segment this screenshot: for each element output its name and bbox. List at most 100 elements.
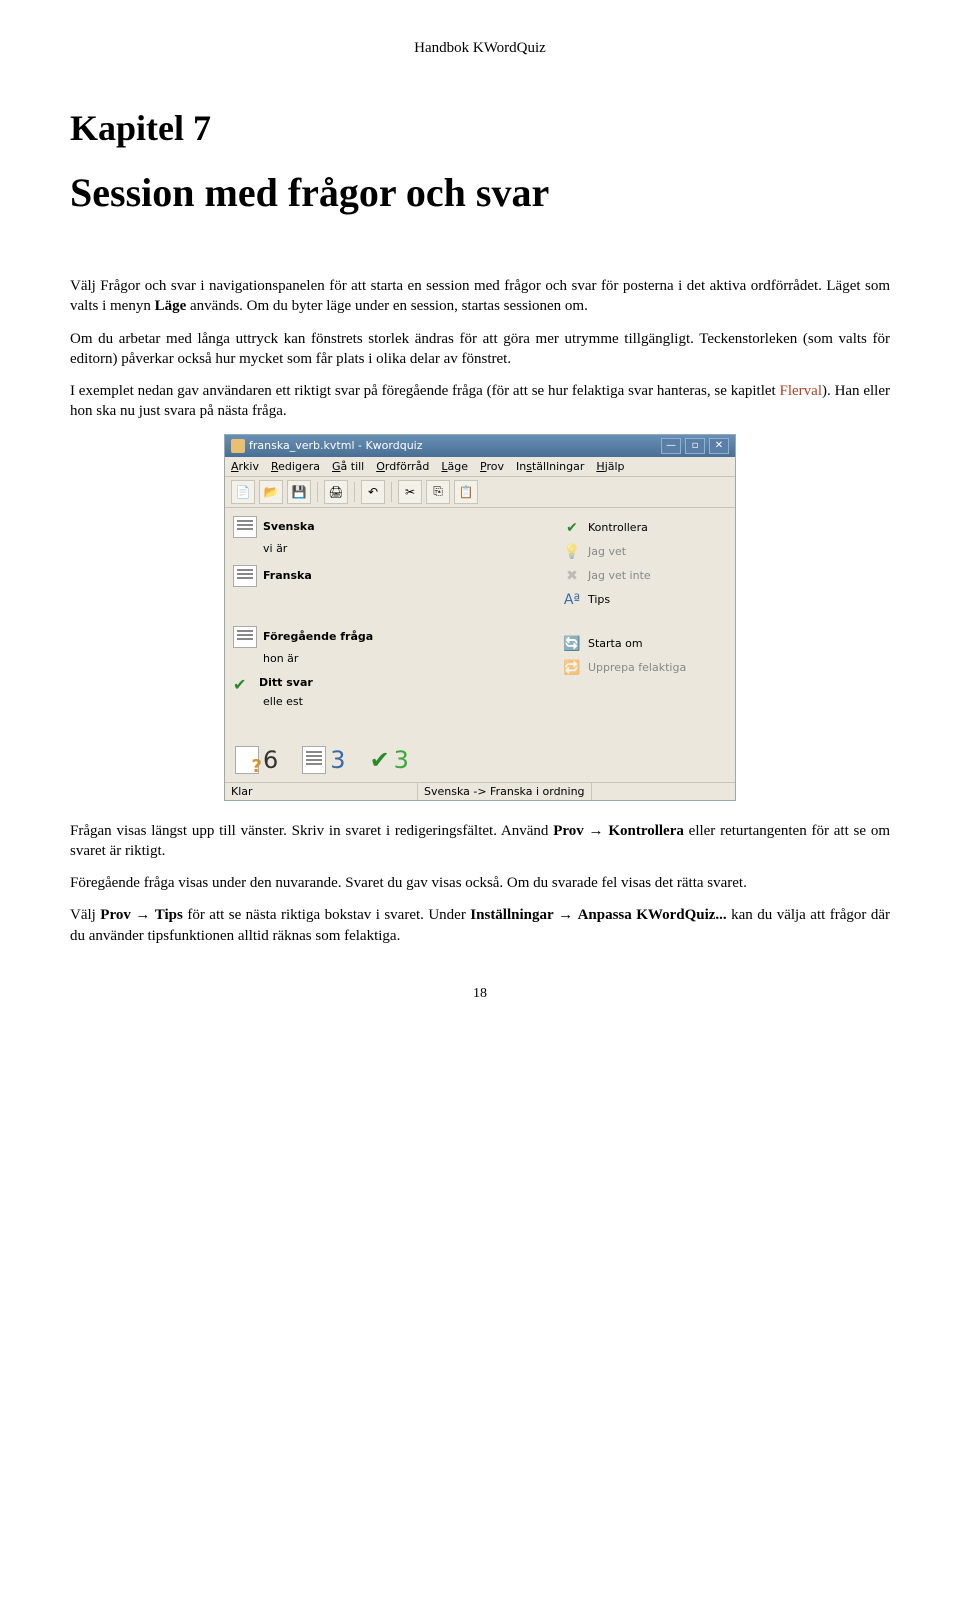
- bold: Kontrollera: [608, 823, 684, 839]
- your-answer-value: elle est: [263, 695, 554, 708]
- menu-prov[interactable]: Prov: [480, 460, 504, 473]
- arrow: →: [584, 823, 609, 839]
- label-previous-question: Föregående fråga: [263, 630, 373, 643]
- minimize-button[interactable]: —: [661, 438, 681, 454]
- menu-arkiv[interactable]: Arkiv: [231, 460, 259, 473]
- maximize-button[interactable]: ▫: [685, 438, 705, 454]
- action-jag-vet-inte: ✖ Jag vet inte: [562, 564, 727, 588]
- text: Frågan visas längst upp till vänster. Sk…: [70, 823, 553, 839]
- menu-gatill[interactable]: Gå till: [332, 460, 364, 473]
- bold: Prov: [553, 823, 584, 839]
- list-icon: [233, 565, 257, 587]
- action-label: Kontrollera: [588, 521, 648, 534]
- paragraph-6: Välj Prov → Tips för att se nästa riktig…: [70, 905, 890, 946]
- bold: Anpassa KWordQuiz...: [578, 907, 727, 923]
- label-svenska: Svenska: [263, 520, 315, 533]
- text: Välj: [70, 907, 100, 923]
- list-icon: [233, 626, 257, 648]
- status-left: Klar: [225, 783, 418, 800]
- answer-field[interactable]: [263, 591, 554, 604]
- kwordquiz-window: franska_verb.kvtml - Kwordquiz — ▫ ✕ Ark…: [224, 434, 736, 801]
- tb-print-icon[interactable]: 🖨: [324, 480, 348, 504]
- action-label: Starta om: [588, 637, 643, 650]
- menu-hjalp[interactable]: Hjälp: [596, 460, 624, 473]
- action-kontrollera[interactable]: ✔ Kontrollera: [562, 516, 727, 540]
- tb-paste-icon[interactable]: 📋: [454, 480, 478, 504]
- status-right: Svenska -> Franska i ordning: [418, 783, 592, 800]
- menubar: Arkiv Redigera Gå till Ordförråd Läge Pr…: [225, 457, 735, 477]
- action-tips[interactable]: Aª Tips: [562, 588, 727, 612]
- menu-ordforrad[interactable]: Ordförråd: [376, 460, 429, 473]
- text: I exemplet nedan gav användaren ett rikt…: [70, 383, 780, 399]
- action-label: Tips: [588, 593, 610, 606]
- toolbar-separator: [354, 482, 355, 502]
- toolbar-separator: [391, 482, 392, 502]
- action-starta-om[interactable]: 🔄 Starta om: [562, 632, 727, 656]
- tb-save-icon[interactable]: 💾: [287, 480, 311, 504]
- cross-icon: ✖: [562, 567, 582, 585]
- paragraph-1: Välj Frågor och svar i navigationspanele…: [70, 276, 890, 317]
- chapter-title: Session med frågor och svar: [70, 169, 890, 216]
- action-label: Jag vet inte: [588, 569, 651, 582]
- action-label: Upprepa felaktiga: [588, 661, 686, 674]
- stat-value: 3: [394, 746, 409, 774]
- menu-name-bold: Läge: [155, 298, 187, 314]
- tb-undo-icon[interactable]: ↶: [361, 480, 385, 504]
- close-button[interactable]: ✕: [709, 438, 729, 454]
- previous-question-value: hon är: [263, 652, 554, 665]
- tb-new-icon[interactable]: 📄: [231, 480, 255, 504]
- stat-questions: 6: [235, 746, 278, 774]
- menu-installningar[interactable]: Inställningar: [516, 460, 584, 473]
- tips-icon: Aª: [562, 591, 582, 609]
- question-value: vi är: [263, 542, 554, 555]
- statusbar: Klar Svenska -> Franska i ordning: [225, 782, 735, 800]
- action-label: Jag vet: [588, 545, 626, 558]
- check-icon: ✔: [562, 519, 582, 537]
- repeat-icon: 🔁: [562, 659, 582, 677]
- bold: Inställningar: [470, 907, 553, 923]
- list-count-icon: [302, 746, 326, 774]
- stat-correct: ✔ 3: [370, 746, 409, 774]
- paragraph-3: I exemplet nedan gav användaren ett rikt…: [70, 381, 890, 422]
- restart-icon: 🔄: [562, 635, 582, 653]
- question-column: Svenska vi är Franska Föregående fråga h…: [233, 516, 554, 718]
- toolbar-separator: [317, 482, 318, 502]
- bold: Prov: [100, 907, 131, 923]
- window-title: franska_verb.kvtml - Kwordquiz: [249, 439, 423, 452]
- bold: Tips: [155, 907, 183, 923]
- titlebar: franska_verb.kvtml - Kwordquiz — ▫ ✕: [225, 435, 735, 457]
- label-franska: Franska: [263, 569, 312, 582]
- arrow: →: [131, 907, 155, 923]
- question-count-icon: [235, 746, 259, 774]
- bulb-icon: 💡: [562, 543, 582, 561]
- text: används. Om du byter läge under en sessi…: [186, 298, 588, 314]
- stat-remaining: 3: [302, 746, 345, 774]
- paragraph-5: Föregående fråga visas under den nuvaran…: [70, 873, 890, 893]
- menu-lage[interactable]: Läge: [441, 460, 468, 473]
- action-jag-vet: 💡 Jag vet: [562, 540, 727, 564]
- menu-redigera[interactable]: Redigera: [271, 460, 320, 473]
- paragraph-4: Frågan visas längst upp till vänster. Sk…: [70, 821, 890, 862]
- chapter-number: Kapitel 7: [70, 107, 890, 149]
- paragraph-2: Om du arbetar med långa uttryck kan föns…: [70, 329, 890, 370]
- toolbar: 📄 📂 💾 🖨 ↶ ✂ ⎘ 📋: [225, 477, 735, 508]
- correct-count-icon: ✔: [370, 746, 390, 774]
- link-flerval[interactable]: Flerval: [780, 383, 823, 399]
- checkmark-icon: ✔: [233, 675, 253, 691]
- content-area: Svenska vi är Franska Föregående fråga h…: [225, 508, 735, 726]
- stat-value: 6: [263, 746, 278, 774]
- arrow: →: [554, 907, 578, 923]
- label-your-answer: Ditt svar: [259, 676, 313, 689]
- tb-copy-icon[interactable]: ⎘: [426, 480, 450, 504]
- tb-cut-icon[interactable]: ✂: [398, 480, 422, 504]
- action-upprepa: 🔁 Upprepa felaktiga: [562, 656, 727, 680]
- app-icon: [231, 439, 245, 453]
- stats-row: 6 3 ✔ 3: [225, 726, 735, 782]
- text: för att se nästa riktiga bokstav i svare…: [183, 907, 470, 923]
- stat-value: 3: [330, 746, 345, 774]
- actions-column: ✔ Kontrollera 💡 Jag vet ✖ Jag vet inte A…: [562, 516, 727, 718]
- running-header: Handbok KWordQuiz: [70, 40, 890, 57]
- tb-open-icon[interactable]: 📂: [259, 480, 283, 504]
- page-number: 18: [70, 986, 890, 1002]
- list-icon: [233, 516, 257, 538]
